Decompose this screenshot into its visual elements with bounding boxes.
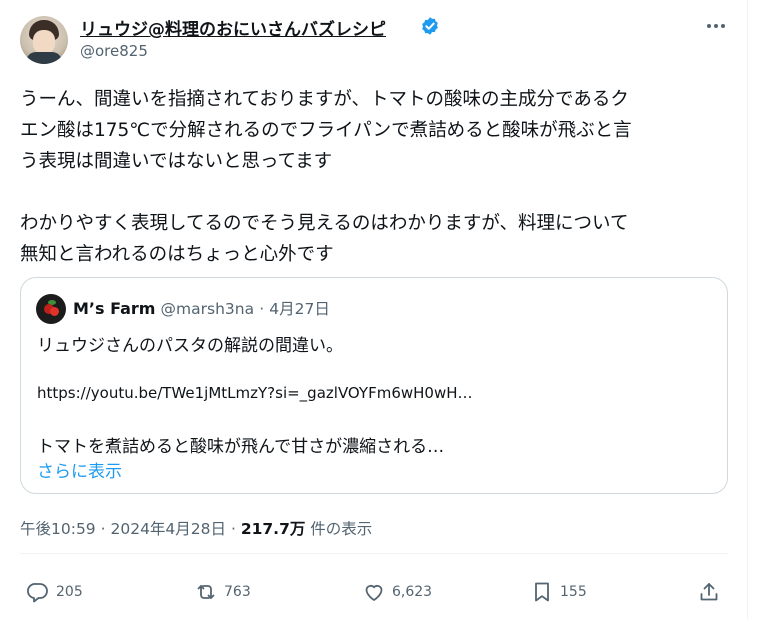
repost-button[interactable]: 763 (194, 579, 251, 605)
quoted-text-line: リュウジさんのパスタの解説の間違い。 (37, 336, 343, 356)
like-button[interactable]: 6,623 (362, 579, 432, 605)
like-count: 6,623 (392, 584, 433, 600)
reply-count: 205 (56, 584, 83, 600)
show-more-link[interactable]: さらに表示 (37, 457, 122, 482)
author-display-name[interactable]: リュウジ@料理のおにいさんバズレシピ (80, 15, 386, 40)
quoted-separator: · (259, 300, 265, 318)
meta-separator: · (230, 520, 236, 538)
view-count-label: 件の表示 (310, 520, 373, 538)
tweet-text: うーん、間違いを指摘されておりますが、トマトの酸味の主成分であるク エン酸は17… (20, 84, 732, 270)
tweet-meta: 午後10:59 · 2024年4月28日 · 217.7万 件の表示 (20, 517, 372, 539)
tweet-time[interactable]: 午後10:59 (20, 520, 96, 538)
more-icon[interactable] (702, 14, 730, 38)
quoted-tweet-card[interactable]: M’s Farm @marsh3na · 4月27日 リュウジさんのパスタの解説… (20, 277, 728, 494)
like-icon (365, 584, 383, 601)
quoted-author-avatar[interactable] (36, 294, 66, 324)
view-count: 217.7万 (240, 520, 306, 538)
tweet-date[interactable]: 2024年4月28日 (110, 520, 226, 538)
reply-button[interactable]: 205 (26, 579, 83, 605)
reply-icon (27, 583, 48, 603)
share-button[interactable] (697, 579, 721, 605)
quoted-author-handle: @marsh3na (160, 300, 255, 318)
tweet-text-line: 無知と言われるのはちょっと心外です (20, 244, 334, 265)
bookmark-icon (535, 582, 549, 602)
quoted-text-line: トマトを煮詰めると酸味が飛んで甘さが濃縮される… (37, 437, 445, 457)
share-icon (700, 583, 718, 601)
meta-separator: · (100, 520, 106, 538)
repost-icon (197, 585, 215, 599)
verified-badge-icon (422, 17, 438, 35)
quoted-tweet-header: M’s Farm @marsh3na · 4月27日 (73, 297, 330, 319)
divider (20, 553, 728, 554)
repost-count: 763 (224, 584, 251, 600)
bookmark-button[interactable]: 155 (530, 579, 587, 605)
quoted-author-name[interactable]: M’s Farm (73, 299, 155, 318)
author-avatar[interactable] (20, 16, 68, 64)
author-handle[interactable]: @ore825 (80, 42, 148, 60)
quoted-date[interactable]: 4月27日 (269, 300, 330, 318)
tweet-detail: リュウジ@料理のおにいさんバズレシピ @ore825 うーん、間違いを指摘されて… (0, 0, 748, 619)
tweet-text-line: わかりやすく表現してるのでそう見えるのはわかりますが、料理について (20, 213, 629, 234)
tweet-text-line: う表現は間違いではないと思ってます (20, 151, 333, 172)
bookmark-count: 155 (560, 584, 587, 600)
tweet-text-line: エン酸は175℃で分解されるのでフライパンで煮詰めると酸味が飛ぶと言 (20, 120, 632, 141)
quoted-url: https://youtu.be/TWe1jMtLmzY?si=_gazlVOY… (37, 384, 473, 402)
tweet-text-line: うーん、間違いを指摘されておりますが、トマトの酸味の主成分であるク (20, 89, 629, 110)
